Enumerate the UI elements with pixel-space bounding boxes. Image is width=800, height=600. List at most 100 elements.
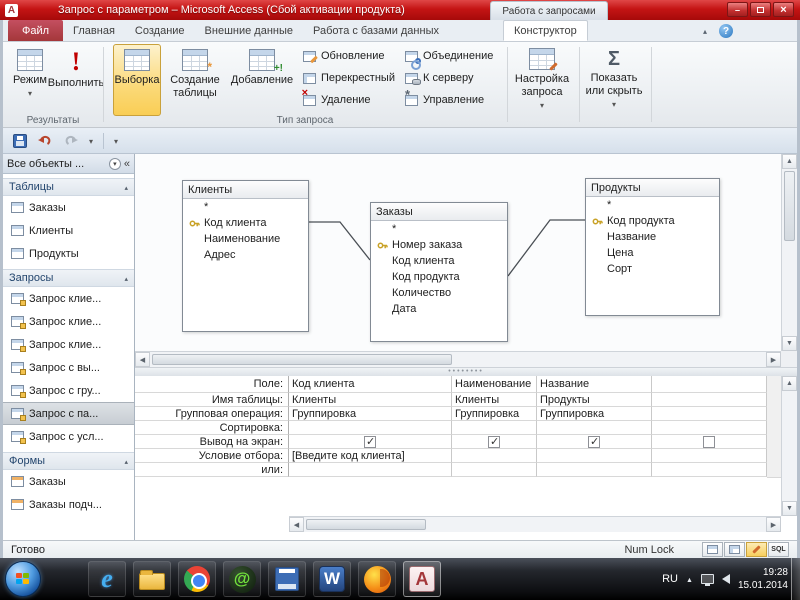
nav-section-tables[interactable]: Таблицы (3, 178, 134, 196)
nav-item-query-1[interactable]: Запрос клие... (3, 287, 134, 310)
run-button[interactable]: ! Выполнить (48, 44, 104, 116)
tab-file[interactable]: Файл (8, 20, 64, 41)
tab-design[interactable]: Конструктор (502, 20, 588, 41)
taskbar-explorer[interactable] (133, 561, 171, 597)
nav-item-query-parameter-selected[interactable]: Запрос с па... (3, 402, 134, 425)
minimize-ribbon-icon[interactable] (703, 27, 707, 36)
tab-home[interactable]: Главная (63, 20, 125, 41)
taskbar-word[interactable]: W (313, 561, 351, 597)
field-row[interactable]: Количество (371, 285, 507, 301)
field-row[interactable]: Код клиента (183, 215, 308, 231)
make-table-button[interactable]: Создание таблицы (163, 44, 227, 116)
chevron-down-icon[interactable] (89, 135, 93, 147)
scroll-track[interactable] (782, 391, 797, 501)
nav-item-table-products[interactable]: Продукты (3, 242, 134, 265)
show-checkbox[interactable] (588, 435, 600, 448)
diagram-vertical-scrollbar[interactable]: ▲ ▼ (781, 154, 797, 351)
sql-view-button[interactable]: SQL (768, 542, 789, 557)
show-checkbox[interactable] (364, 435, 376, 448)
grid-cell-sort[interactable] (289, 421, 452, 435)
grid-cell-table[interactable]: Продукты (537, 393, 652, 407)
nav-item-form-orders-sub[interactable]: Заказы подч... (3, 493, 134, 516)
crosstab-query-button[interactable]: Перекрестный (299, 68, 399, 88)
redo-icon[interactable] (63, 134, 79, 147)
delete-query-button[interactable]: Удаление (299, 88, 375, 110)
scroll-right-icon[interactable]: ▶ (766, 352, 781, 367)
nav-menu-dropdown-icon[interactable] (108, 157, 121, 170)
taskbar-mail[interactable]: @ (223, 561, 261, 597)
append-button[interactable]: Добавление (231, 44, 293, 116)
grid-horizontal-scrollbar[interactable]: ◀ ▶ (289, 516, 781, 532)
grid-cell-table[interactable] (652, 393, 767, 407)
grid-cell-total[interactable]: Группировка (289, 407, 452, 421)
grid-cell-criteria[interactable] (537, 449, 652, 463)
nav-pane-header[interactable]: Все объекты ... (3, 154, 134, 174)
nav-item-query-5[interactable]: Запрос с гру... (3, 379, 134, 402)
customize-toolbar-icon[interactable] (114, 135, 118, 147)
scroll-down-icon[interactable]: ▼ (782, 336, 797, 351)
scroll-track[interactable] (304, 517, 766, 532)
field-list-title[interactable]: Продукты (586, 179, 719, 197)
taskbar-save-app[interactable] (268, 561, 306, 597)
field-row[interactable]: * (371, 221, 507, 237)
scroll-left-icon[interactable]: ◀ (289, 517, 304, 532)
taskbar-internet-explorer[interactable]: e (88, 561, 126, 597)
field-row[interactable]: Код продукта (371, 269, 507, 285)
field-row[interactable]: Адрес (183, 247, 308, 263)
select-query-button[interactable]: Выборка (113, 44, 161, 116)
start-button[interactable] (5, 561, 41, 597)
grid-cell-total[interactable]: Группировка (452, 407, 537, 421)
nav-item-query-3[interactable]: Запрос клие... (3, 333, 134, 356)
design-view-button[interactable] (746, 542, 767, 557)
grid-cell-sort[interactable] (452, 421, 537, 435)
grid-cell-field[interactable] (652, 376, 767, 393)
scroll-down-icon[interactable]: ▼ (782, 501, 797, 516)
field-row[interactable]: * (183, 199, 308, 215)
collapse-pane-icon[interactable] (124, 158, 130, 170)
field-row[interactable]: Цена (586, 245, 719, 261)
field-row[interactable]: Наименование (183, 231, 308, 247)
scroll-right-icon[interactable]: ▶ (766, 517, 781, 532)
pivottable-view-button[interactable] (724, 542, 745, 557)
nav-item-table-orders[interactable]: Заказы (3, 196, 134, 219)
grid-cell-field[interactable]: Название (537, 376, 652, 393)
save-icon[interactable] (13, 133, 27, 148)
update-query-button[interactable]: Обновление (299, 46, 389, 66)
field-list-title[interactable]: Заказы (371, 203, 507, 221)
field-list-orders[interactable]: Заказы * Номер заказа Код клиента Код пр… (370, 202, 508, 342)
scroll-up-icon[interactable]: ▲ (782, 154, 797, 169)
query-setup-button[interactable]: Настройка запроса (509, 44, 575, 116)
field-row[interactable]: Код клиента (371, 253, 507, 269)
grid-cell-or[interactable] (289, 463, 452, 477)
scroll-track[interactable] (150, 352, 766, 367)
undo-icon[interactable] (37, 134, 53, 147)
close-button[interactable] (773, 2, 794, 17)
hidden-icons-button[interactable] (686, 573, 693, 585)
nav-item-form-orders[interactable]: Заказы (3, 470, 134, 493)
show-checkbox[interactable] (488, 435, 500, 448)
grid-vertical-scrollbar[interactable]: ▲ ▼ (781, 376, 797, 516)
grid-cell-sort[interactable] (537, 421, 652, 435)
grid-cell-criteria[interactable] (652, 449, 767, 463)
grid-cell-criteria[interactable] (452, 449, 537, 463)
show-checkbox[interactable] (703, 435, 715, 448)
field-row[interactable]: Дата (371, 301, 507, 317)
show-desktop-button[interactable] (791, 558, 800, 600)
field-row[interactable]: Номер заказа (371, 237, 507, 253)
nav-section-forms[interactable]: Формы (3, 452, 134, 470)
field-row[interactable]: Название (586, 229, 719, 245)
view-mode-button[interactable]: Режим (9, 44, 51, 116)
grid-cell-sort[interactable] (652, 421, 767, 435)
field-list-title[interactable]: Клиенты (183, 181, 308, 199)
taskbar-chrome[interactable] (178, 561, 216, 597)
grid-cell-or[interactable] (652, 463, 767, 477)
clock[interactable]: 19:28 15.01.2014 (738, 566, 788, 592)
taskbar-access[interactable]: A (403, 561, 441, 597)
pane-splitter[interactable] (135, 368, 797, 376)
access-app-icon[interactable]: A (5, 3, 18, 17)
nav-item-query-7[interactable]: Запрос с усл... (3, 425, 134, 448)
tab-external-data[interactable]: Внешние данные (195, 20, 303, 41)
field-row[interactable]: Код продукта (586, 213, 719, 229)
datasheet-view-button[interactable] (702, 542, 723, 557)
tab-create[interactable]: Создание (125, 20, 195, 41)
